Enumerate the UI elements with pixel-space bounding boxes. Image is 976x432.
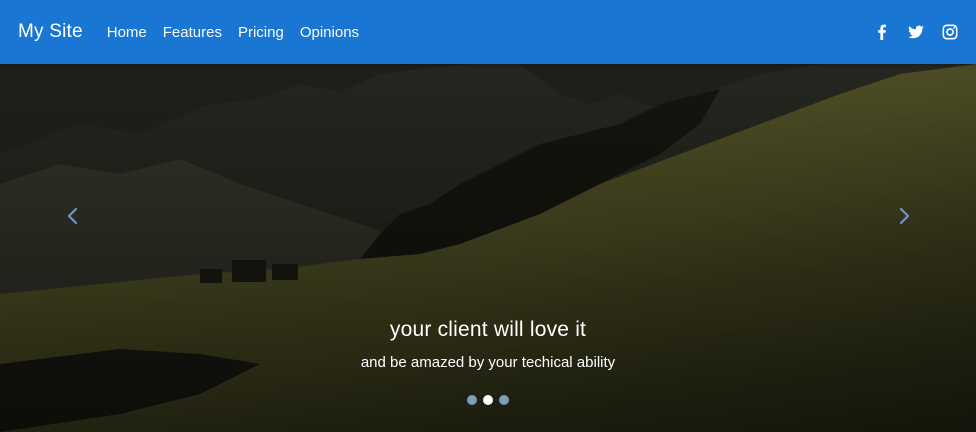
navbar: My Site Home Features Pricing Opinions: [0, 0, 976, 64]
social-links: [874, 24, 958, 40]
nav-link-pricing[interactable]: Pricing: [238, 24, 284, 41]
nav-link-features[interactable]: Features: [163, 24, 222, 41]
site-brand[interactable]: My Site: [18, 21, 83, 43]
twitter-icon[interactable]: [908, 24, 924, 40]
chevron-left-icon: [67, 207, 78, 225]
facebook-icon[interactable]: [874, 24, 890, 40]
instagram-icon[interactable]: [942, 24, 958, 40]
hero-carousel: your client will love it and be amazed b…: [0, 64, 976, 432]
page: My Site Home Features Pricing Opinions y…: [0, 0, 976, 432]
carousel-background-image: [0, 64, 976, 432]
carousel-caption-title: your client will love it: [389, 318, 587, 341]
carousel-indicator-3[interactable]: [499, 395, 509, 405]
carousel-indicators: [0, 395, 976, 405]
nav-links: Home Features Pricing Opinions: [107, 24, 359, 41]
carousel-next-button[interactable]: [893, 204, 915, 228]
carousel-caption-subtitle: and be amazed by your techical ability: [360, 354, 616, 371]
chevron-right-icon: [899, 207, 910, 225]
nav-link-home[interactable]: Home: [107, 24, 147, 41]
carousel-indicator-2[interactable]: [483, 395, 493, 405]
carousel-indicator-1[interactable]: [467, 395, 477, 405]
nav-link-opinions[interactable]: Opinions: [300, 24, 359, 41]
carousel-prev-button[interactable]: [62, 204, 84, 228]
